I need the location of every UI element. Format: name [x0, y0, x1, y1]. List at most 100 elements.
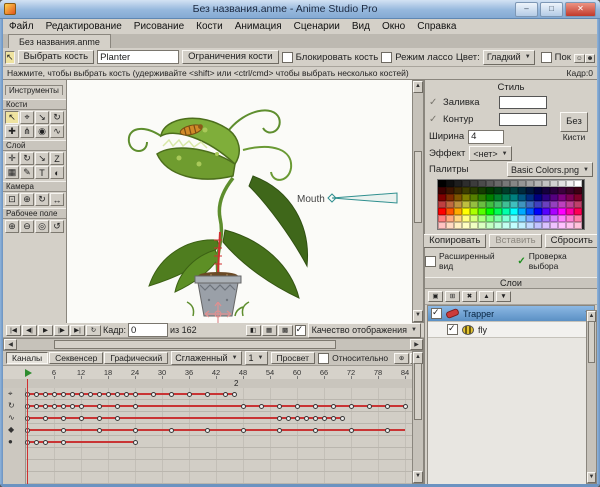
palette-swatch[interactable] [550, 187, 558, 194]
frame-input[interactable] [128, 323, 168, 337]
palette-swatch[interactable] [478, 187, 486, 194]
keyframe[interactable] [322, 416, 327, 421]
palette-swatch[interactable] [494, 194, 502, 201]
keyframe[interactable] [88, 392, 93, 397]
keyframe[interactable] [385, 404, 390, 409]
scroll-right-icon[interactable]: ▶ [410, 339, 423, 350]
maximize-button[interactable]: □ [540, 2, 563, 17]
palette-swatch[interactable] [558, 215, 566, 222]
palette-swatch[interactable] [542, 208, 550, 215]
palette-swatch[interactable] [550, 201, 558, 208]
palette-swatch[interactable] [510, 194, 518, 201]
menu-item-8[interactable]: Справка [411, 21, 462, 32]
timeline-marker[interactable]: 2 [234, 379, 238, 388]
palette-swatch[interactable] [510, 201, 518, 208]
channel-bone-scale-icon[interactable]: ◆ [8, 425, 14, 434]
timeline-zoom-in-icon[interactable]: ⊕ [394, 353, 409, 364]
palette-swatch[interactable] [446, 180, 454, 187]
palette-swatch[interactable] [566, 180, 574, 187]
fill-swatch[interactable] [499, 96, 547, 109]
palette-swatch[interactable] [558, 180, 566, 187]
keyframe[interactable] [313, 428, 318, 433]
palette-swatch[interactable] [454, 187, 462, 194]
menu-item-6[interactable]: Вид [346, 21, 376, 32]
keyframe[interactable] [241, 404, 246, 409]
keyframe[interactable] [259, 404, 264, 409]
palette-swatch[interactable] [486, 180, 494, 187]
keyframe[interactable] [313, 416, 318, 421]
palette-swatch[interactable] [558, 194, 566, 201]
palette-swatch[interactable] [494, 222, 502, 229]
channel-misc-icon[interactable]: ● [8, 437, 13, 446]
layers-vscroll-thumb[interactable] [588, 321, 595, 363]
palette-swatch[interactable] [534, 215, 542, 222]
keyframe[interactable] [34, 440, 39, 445]
pan-tilt-camera-tool[interactable]: ↔ [50, 193, 64, 206]
palette-swatch[interactable] [510, 180, 518, 187]
palette-swatch[interactable] [574, 194, 582, 201]
palette-swatch[interactable] [510, 222, 518, 229]
palette-swatch[interactable] [574, 187, 582, 194]
scroll-down-icon[interactable]: ▼ [413, 310, 423, 322]
keyframe[interactable] [61, 416, 66, 421]
mouth-bone[interactable] [332, 193, 397, 203]
keyframe[interactable] [70, 404, 75, 409]
rotate-layer-tool[interactable]: ↻ [20, 152, 34, 165]
keyframe[interactable] [277, 404, 282, 409]
plant-stem[interactable] [217, 178, 233, 274]
keyframe[interactable] [124, 392, 129, 397]
palette-swatch[interactable] [438, 194, 446, 201]
palette-swatch[interactable] [566, 187, 574, 194]
palette-swatch[interactable] [510, 215, 518, 222]
palette-swatch[interactable] [462, 201, 470, 208]
keyframe[interactable] [133, 440, 138, 445]
menu-item-7[interactable]: Окно [376, 21, 411, 32]
palette-swatch[interactable] [534, 208, 542, 215]
keyframe[interactable] [133, 392, 138, 397]
palette-swatch[interactable] [486, 222, 494, 229]
palette-swatch[interactable] [494, 201, 502, 208]
palette-swatch[interactable] [454, 194, 462, 201]
minimize-button[interactable]: – [515, 2, 538, 17]
relative-checkbox-box[interactable] [318, 353, 329, 364]
reset-style-button[interactable]: Сбросить [545, 234, 599, 248]
palette-swatch[interactable] [526, 208, 534, 215]
keyframe[interactable] [385, 428, 390, 433]
palette-swatch[interactable] [518, 215, 526, 222]
keyframe[interactable] [133, 428, 138, 433]
keyframe[interactable] [52, 392, 57, 397]
keyframe[interactable] [79, 404, 84, 409]
palette-swatch[interactable] [550, 208, 558, 215]
halftone-quality-icon[interactable]: ◧ [246, 325, 261, 336]
scroll-down-icon[interactable]: ▼ [587, 472, 596, 483]
palette-swatch[interactable] [518, 201, 526, 208]
play-button[interactable]: ▶ [38, 325, 53, 336]
palette-swatch[interactable] [446, 215, 454, 222]
step-select[interactable]: 1 ▼ [245, 351, 268, 365]
palette-swatch[interactable] [566, 222, 574, 229]
lasso-mode-checkbox-box[interactable] [381, 52, 392, 63]
palette-swatch[interactable] [454, 201, 462, 208]
palette-swatch[interactable] [550, 222, 558, 229]
palette-swatch[interactable] [574, 201, 582, 208]
layer-row[interactable]: fly [428, 322, 594, 338]
palette-swatch[interactable] [518, 208, 526, 215]
keyframe[interactable] [34, 392, 39, 397]
palette-swatch[interactable] [438, 187, 446, 194]
palette-swatch[interactable] [534, 187, 542, 194]
palette-swatch[interactable] [462, 180, 470, 187]
menu-item-3[interactable]: Кости [190, 21, 229, 32]
palette-swatch[interactable] [550, 215, 558, 222]
keyframe[interactable] [115, 404, 120, 409]
palette-swatch[interactable] [454, 222, 462, 229]
palette-swatch[interactable] [470, 194, 478, 201]
palette-swatch[interactable] [446, 187, 454, 194]
palette-swatch[interactable] [574, 208, 582, 215]
palette-swatch[interactable] [494, 180, 502, 187]
palette-swatch[interactable] [462, 187, 470, 194]
palette-swatch[interactable] [526, 187, 534, 194]
palette-swatch[interactable] [542, 222, 550, 229]
keyframe[interactable] [295, 404, 300, 409]
palette-swatch[interactable] [558, 222, 566, 229]
palette-swatch[interactable] [502, 180, 510, 187]
